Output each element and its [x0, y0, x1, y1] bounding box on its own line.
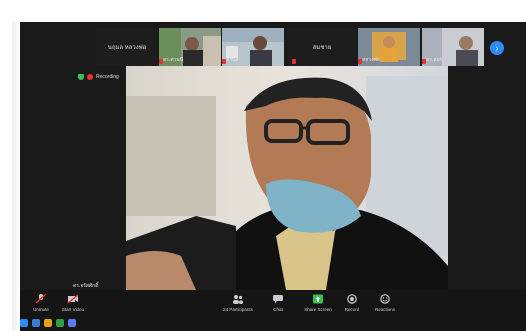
zoom-window: นฤมล หลวงพ่อ ดร.ต่วนนี ตำบล สมชาย หลวงพ่… [20, 22, 526, 331]
taskbar-app-icon[interactable] [32, 318, 40, 327]
next-page-icon[interactable]: › [490, 41, 504, 55]
share-screen-button[interactable]: Share Screen [300, 294, 336, 312]
participant-name: ดร.ต่วนนี [163, 57, 184, 63]
participants-label: 24 Participants [216, 307, 260, 312]
taskbar-app-icon[interactable] [56, 318, 64, 327]
active-speaker-video [126, 66, 448, 290]
participants-count: 24 [223, 307, 229, 312]
share-screen-label: Share Screen [304, 307, 332, 312]
reactions-label: Reactions [374, 307, 395, 312]
participant-tile[interactable]: ดร.สมร [422, 28, 484, 66]
participants-icon [233, 295, 243, 304]
participant-name: หลวงพ่อ [362, 57, 380, 63]
participant-tile[interactable]: ดร.ต่วนนี [159, 28, 221, 66]
reactions-button[interactable]: Reactions [370, 294, 400, 312]
record-label: Record [344, 307, 360, 312]
active-speaker-name: ดร.จรัสศักดิ์ [73, 283, 99, 289]
start-video-label: Start Video [61, 307, 85, 312]
unmute-button[interactable]: Unmute [26, 293, 56, 312]
muted-mic-icon [292, 59, 296, 64]
participant-tile[interactable]: ตำบล [222, 28, 284, 66]
encryption-shield-icon [78, 74, 84, 80]
recording-label: Recording [96, 74, 119, 80]
participant-name: ดร.สมร [426, 57, 443, 63]
speaker-image [126, 66, 448, 290]
share-screen-icon [313, 294, 323, 304]
participant-name: ตำบล [226, 57, 239, 63]
reactions-icon [380, 294, 390, 304]
participant-tile[interactable]: นฤมล หลวงพ่อ [96, 28, 158, 66]
participants-button[interactable]: 24 Participants [216, 294, 260, 312]
record-button[interactable]: Record [338, 294, 366, 312]
participants-text: Participants [229, 307, 253, 312]
mic-muted-icon [35, 293, 47, 304]
recording-dot-icon [87, 74, 93, 80]
record-icon [347, 294, 357, 304]
participant-name: นฤมล หลวงพ่อ [107, 45, 147, 51]
chat-icon [273, 295, 283, 304]
screenshot-frame: นฤมล หลวงพ่อ ดร.ต่วนนี ตำบล สมชาย หลวงพ่… [0, 0, 526, 331]
taskbar-app-icon[interactable] [68, 318, 76, 327]
os-taskbar [20, 318, 180, 327]
video-off-icon [67, 294, 79, 304]
taskbar-app-icon[interactable] [44, 318, 52, 327]
unmute-label: Unmute [33, 307, 49, 312]
chat-button[interactable]: Chat [266, 294, 290, 312]
participant-tile[interactable]: สมชาย [288, 28, 356, 66]
participant-strip: นฤมล หลวงพ่อ ดร.ต่วนนี ตำบล สมชาย หลวงพ่… [20, 28, 526, 66]
frame-shadow [12, 22, 20, 331]
chat-label: Chat [273, 307, 283, 312]
participant-name: สมชาย [312, 45, 332, 51]
participant-tile[interactable]: หลวงพ่อ [358, 28, 420, 66]
start-video-button[interactable]: Start Video [58, 294, 88, 312]
taskbar-app-icon[interactable] [20, 318, 28, 327]
recording-indicator: Recording [78, 72, 119, 82]
